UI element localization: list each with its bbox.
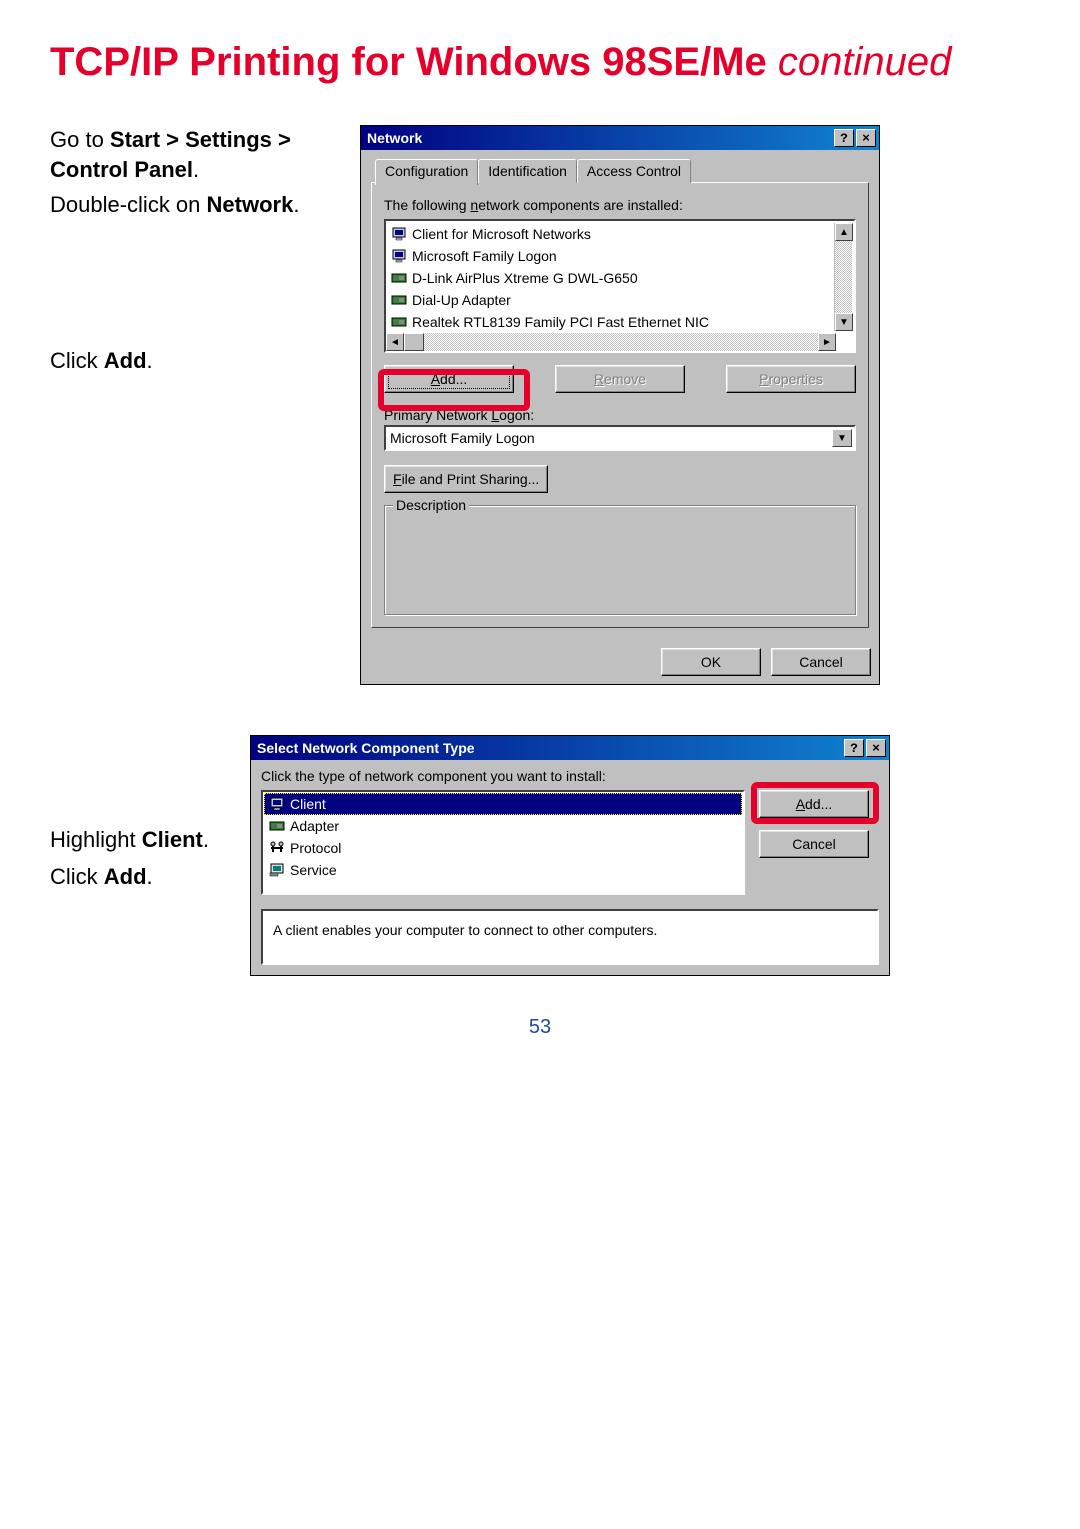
scroll-left-button[interactable]: ◄ <box>386 333 404 351</box>
list-item[interactable]: Protocol <box>264 837 742 859</box>
protocol-icon <box>268 840 286 856</box>
title-continued: continued <box>778 40 951 84</box>
list-item[interactable]: D-Link AirPlus Xtreme G DWL-G650 <box>386 267 854 289</box>
h-scrollbar[interactable]: ◄ ► <box>386 333 836 351</box>
chevron-down-icon[interactable]: ▼ <box>832 429 852 447</box>
list-item[interactable]: Realtek RTL8139 Family PCI Fast Ethernet… <box>386 311 854 333</box>
instructions-block-1: Go to Start > Settings > Control Panel. … <box>50 125 330 382</box>
adapter-icon <box>390 292 408 308</box>
remove-button[interactable]: Remove <box>555 365 685 393</box>
list-item-label: D-Link AirPlus Xtreme G DWL-G650 <box>412 270 638 286</box>
tab-identification[interactable]: Identification <box>478 159 577 183</box>
add-button[interactable]: Add... <box>384 365 514 393</box>
scroll-down-button[interactable]: ▼ <box>835 313 853 331</box>
primary-logon-label: Primary Network Logon: <box>384 407 856 423</box>
service-icon <box>268 862 286 878</box>
components-listbox[interactable]: Client for Microsoft Networks Microsoft F… <box>384 219 856 353</box>
client-icon <box>390 226 408 242</box>
h-scroll-thumb[interactable] <box>404 333 424 351</box>
list-item-label: Realtek RTL8139 Family PCI Fast Ethernet… <box>412 314 709 330</box>
list-item-label: Client <box>290 796 326 812</box>
primary-logon-combo[interactable]: Microsoft Family Logon ▼ <box>384 425 856 451</box>
description-groupbox: Description <box>384 505 856 615</box>
cancel-button[interactable]: Cancel <box>759 830 869 858</box>
component-type-listbox[interactable]: Client Adapter Protocol Service <box>261 790 745 895</box>
component-description: A client enables your computer to connec… <box>261 909 879 965</box>
file-print-sharing-button[interactable]: File and Print Sharing... <box>384 465 548 493</box>
list-item[interactable]: Adapter <box>264 815 742 837</box>
window-title: Network <box>367 130 832 146</box>
adapter-icon <box>390 314 408 330</box>
list-item[interactable]: Microsoft Family Logon <box>386 245 854 267</box>
installed-components-label: The following network components are ins… <box>384 197 856 213</box>
description-legend: Description <box>393 497 469 513</box>
adapter-icon <box>268 818 286 834</box>
list-item-label: Protocol <box>290 840 341 856</box>
titlebar[interactable]: Network ? × <box>361 126 879 150</box>
list-item-label: Adapter <box>290 818 339 834</box>
scroll-up-button[interactable]: ▲ <box>835 223 853 241</box>
client-icon <box>268 796 286 812</box>
tab-configuration[interactable]: Configuration <box>375 159 478 185</box>
add-button[interactable]: Add... <box>759 790 869 818</box>
list-item[interactable]: Client for Microsoft Networks <box>386 223 854 245</box>
cancel-button[interactable]: Cancel <box>771 648 871 676</box>
network-dialog: Network ? × Configuration Identification… <box>360 125 880 685</box>
list-item-label: Dial-Up Adapter <box>412 292 511 308</box>
ok-button[interactable]: OK <box>661 648 761 676</box>
select-prompt: Click the type of network component you … <box>261 768 879 784</box>
select-component-dialog: Select Network Component Type ? × Click … <box>250 735 890 976</box>
v-scrollbar[interactable]: ▲ ▼ <box>834 223 852 331</box>
page-title: TCP/IP Printing for Windows 98SE/Me cont… <box>50 40 1030 85</box>
list-item[interactable]: Dial-Up Adapter <box>386 289 854 311</box>
window-title: Select Network Component Type <box>257 740 842 756</box>
title-main: TCP/IP Printing for Windows 98SE/Me <box>50 40 778 84</box>
list-item-label: Service <box>290 862 337 878</box>
properties-button[interactable]: Properties <box>726 365 856 393</box>
list-item-label: Client for Microsoft Networks <box>412 226 591 242</box>
list-item-label: Microsoft Family Logon <box>412 248 557 264</box>
page-number: 53 <box>50 1016 1030 1039</box>
titlebar[interactable]: Select Network Component Type ? × <box>251 736 889 760</box>
list-item[interactable]: Service <box>264 859 742 881</box>
help-button[interactable]: ? <box>834 129 854 147</box>
tab-access-control[interactable]: Access Control <box>577 159 691 183</box>
close-button[interactable]: × <box>856 129 876 147</box>
scroll-right-button[interactable]: ► <box>818 333 836 351</box>
tab-strip: Configuration Identification Access Cont… <box>371 159 869 183</box>
close-button[interactable]: × <box>866 739 886 757</box>
instructions-block-2: Highlight Client. Click Add. <box>50 735 230 899</box>
client-icon <box>390 248 408 264</box>
list-item[interactable]: Client <box>264 793 742 815</box>
adapter-icon <box>390 270 408 286</box>
help-button[interactable]: ? <box>844 739 864 757</box>
